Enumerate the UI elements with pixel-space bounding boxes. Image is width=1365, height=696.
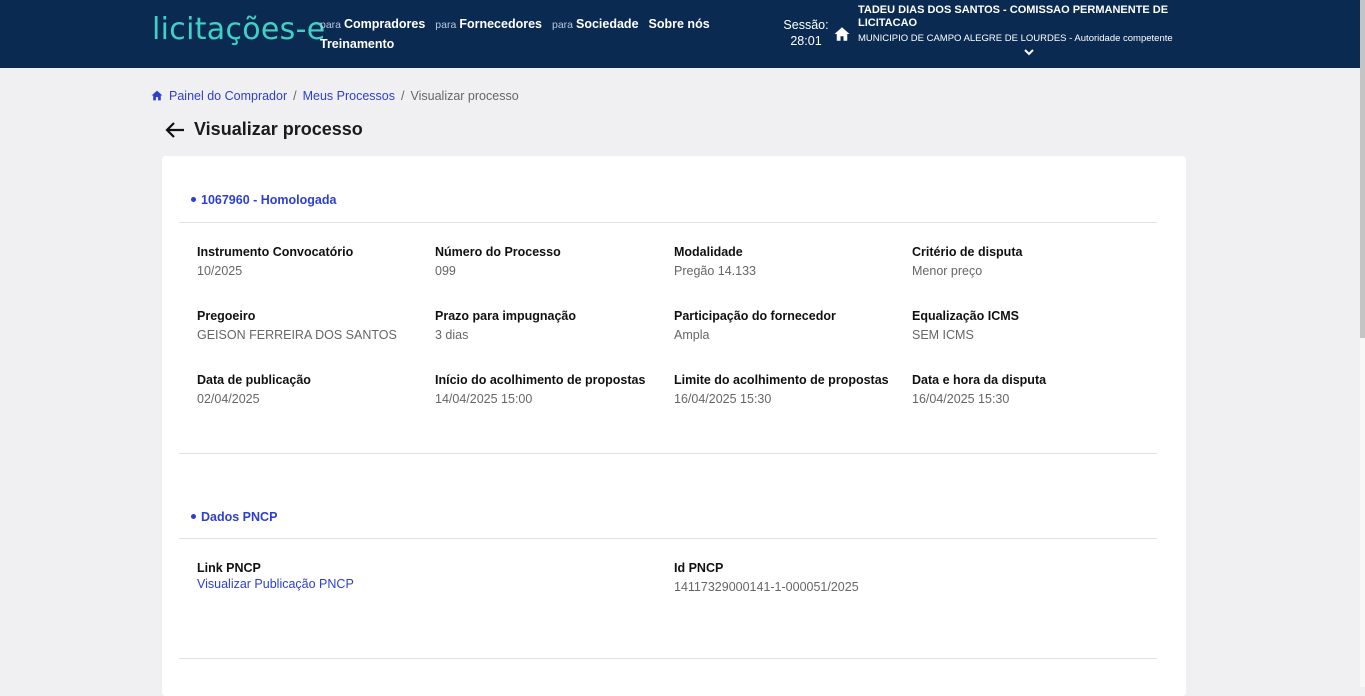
scrollbar-thumb[interactable] [1360,0,1365,338]
field-value: GEISON FERREIRA DOS SANTOS [197,328,397,342]
nav-compradores[interactable]: para Compradores [320,15,425,35]
field-link-pncp: Link PNCP Visualizar Publicação PNCP [197,560,432,592]
nav-label: Fornecedores [459,17,542,31]
nav-label: Sociedade [576,17,639,31]
field-value: 16/04/2025 15:30 [674,392,772,406]
field-label: Prazo para impugnação [435,309,577,323]
breadcrumb-home-icon [151,90,163,101]
field-value: 10/2025 [197,264,243,278]
field-label: Data de publicação [197,373,311,387]
breadcrumb: Painel do Comprador / Meus Processos / Visua… [150,89,519,103]
field-label: Equalização ICMS [912,309,1019,323]
field-label: Pregoeiro [197,309,256,323]
field-value: 3 dias [435,328,469,342]
nav-label: Treinamento [320,37,395,51]
site-logo[interactable]: licitações-e [152,12,325,47]
user-org: MUNICIPIO DE CAMPO ALEGRE DE LOURDES - A… [858,33,1173,44]
user-info: TADEU DIAS DOS SANTOS - COMISSAO PERMANE… [858,4,1198,45]
field-value: 14117329000141-1-000051/2025 [674,580,859,594]
field-data-disputa: Data e hora da disputa 16/04/2025 15:30 [912,372,1147,407]
session-time: 28:01 [790,34,822,48]
home-icon[interactable] [833,25,851,43]
top-header: licitações-e para Compradores para Forneced… [0,0,1360,68]
breadcrumb-separator: / [293,89,297,103]
field-numero-processo: Número do Processo 099 [435,244,670,279]
breadcrumb-label: Painel do Comprador [169,89,288,103]
breadcrumb-painel[interactable]: Painel do Comprador [150,89,287,103]
nav-fornecedores[interactable]: para Fornecedores [435,15,542,35]
field-label: Início do acolhimento de propostas [435,373,646,387]
field-equalizacao-icms: Equalização ICMS SEM ICMS [912,308,1147,343]
field-label: Modalidade [674,245,743,259]
main-nav: para Compradores para Fornecedores para Socie… [320,15,740,54]
field-value: 099 [435,264,456,278]
pncp-section-title: Dados PNCP [191,510,277,524]
field-label: Número do Processo [435,245,561,259]
field-inicio-acolhimento: Início do acolhimento de propostas 14/04… [435,372,670,407]
divider [179,453,1157,454]
field-label: Data e hora da disputa [912,373,1047,387]
field-id-pncp: Id PNCP 14117329000141-1-000051/2025 [674,560,909,595]
field-data-publicacao: Data de publicação 02/04/2025 [197,372,432,407]
session-timer: Sessão: 28:01 [783,17,829,49]
field-label: Participação do fornecedor [674,309,836,323]
field-instrumento: Instrumento Convocatório 10/2025 [197,244,432,279]
breadcrumb-meus-processos[interactable]: Meus Processos [303,89,395,103]
nav-label: Sobre nós [648,17,710,31]
field-pregoeiro: Pregoeiro GEISON FERREIRA DOS SANTOS [197,308,432,343]
nav-label: Compradores [344,17,426,31]
field-limite-acolhimento: Limite do acolhimento de propostas 16/04… [674,372,909,407]
chevron-down-icon[interactable] [1023,47,1035,57]
nav-sobre-nos[interactable]: Sobre nós [649,15,710,34]
pncp-title: Dados PNCP [201,510,278,524]
field-label: Instrumento Convocatório [197,245,354,259]
page-title: Visualizar processo [194,119,363,139]
field-criterio: Critério de disputa Menor preço [912,244,1147,279]
nav-sociedade[interactable]: para Sociedade [552,15,639,35]
nav-treinamento[interactable]: Treinamento [320,35,394,54]
bullet-icon [191,514,196,519]
field-label: Link PNCP [197,561,261,575]
field-prazo-impugnacao: Prazo para impugnação 3 dias [435,308,670,343]
field-modalidade: Modalidade Pregão 14.133 [674,244,909,279]
field-label: Id PNCP [674,561,724,575]
arrow-left-icon[interactable] [165,121,185,139]
user-name: TADEU DIAS DOS SANTOS - COMISSAO PERMANE… [858,4,1169,29]
process-card: 1067960 - Homologada Instrumento Convoca… [162,156,1186,696]
nav-prefix: para [551,19,573,31]
field-value: 02/04/2025 [197,392,260,406]
divider [179,222,1157,223]
field-value: 16/04/2025 15:30 [912,392,1010,406]
divider [179,538,1157,539]
field-value: Pregão 14.133 [674,264,757,278]
field-label: Critério de disputa [912,245,1023,259]
session-label: Sessão: [783,18,829,32]
divider [179,658,1157,659]
nav-prefix: para [435,19,457,31]
nav-prefix: para [320,19,342,31]
breadcrumb-current: Visualizar processo [410,89,519,103]
field-value: 14/04/2025 15:00 [435,392,533,406]
field-value: Ampla [674,328,710,342]
bullet-icon [191,197,196,202]
field-value: Menor preço [912,264,983,278]
breadcrumb-separator: / [401,89,405,103]
field-participacao: Participação do fornecedor Ampla [674,308,909,343]
field-value: SEM ICMS [912,328,974,342]
process-section-title: 1067960 - Homologada [191,193,336,207]
pncp-publication-link[interactable]: Visualizar Publicação PNCP [197,576,432,592]
process-id-status: 1067960 - Homologada [201,193,337,207]
page-scrollbar[interactable] [1360,0,1365,687]
field-label: Limite do acolhimento de propostas [674,373,889,387]
